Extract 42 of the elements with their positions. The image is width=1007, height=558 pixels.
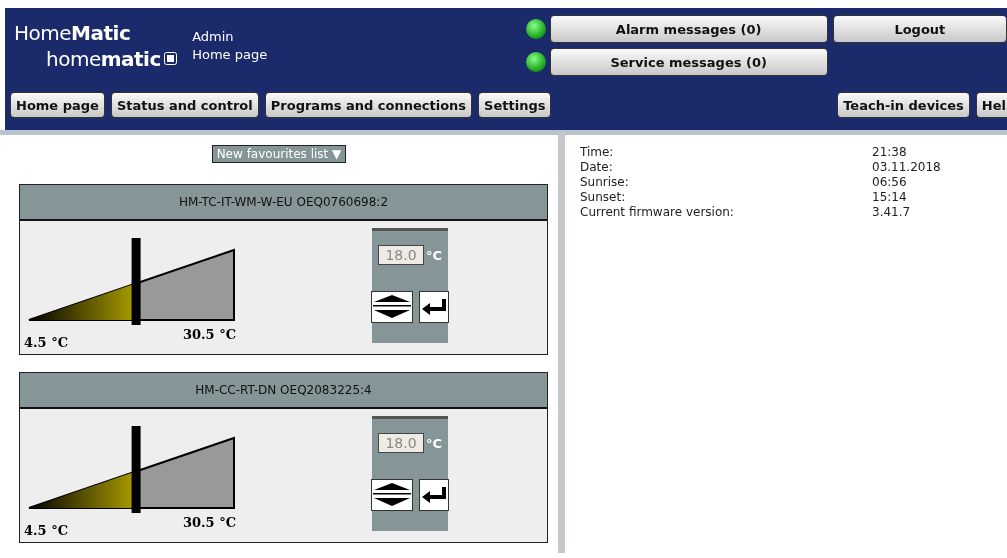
info-label: Sunrise: [580, 175, 630, 190]
up-down-button[interactable] [371, 291, 413, 323]
info-label: Date: [580, 160, 614, 175]
slider-handle[interactable] [131, 238, 141, 325]
info-value: 21:38 [872, 145, 908, 160]
enter-icon [420, 485, 448, 505]
nav-button[interactable]: Hel [975, 92, 1007, 118]
max-temperature: 30.5 °C [182, 515, 236, 532]
logout-button[interactable]: Logout [832, 15, 1007, 43]
unit-label: °C [425, 435, 442, 451]
device-title: HM-CC-RT-DN OEQ2083225:4 [20, 373, 547, 409]
enter-icon [420, 297, 448, 317]
enter-button[interactable] [419, 479, 449, 511]
enter-button[interactable] [419, 291, 449, 323]
slider-handle[interactable] [131, 426, 141, 513]
ip-logo-icon [163, 52, 177, 65]
device-title: HM-TC-IT-WM-W-EU OEQ0760698:2 [20, 185, 547, 221]
min-temperature: 4.5 °C [24, 523, 68, 538]
max-temperature: 30.5 °C [182, 327, 236, 344]
messages-button[interactable]: Alarm messages (0) [549, 15, 828, 43]
page-name: Home page [192, 46, 269, 64]
nav-button[interactable]: Settings [478, 92, 552, 118]
user-name: Admin [192, 28, 235, 46]
up-down-icon [372, 481, 412, 509]
nav-button[interactable]: Teach-in devices [837, 92, 970, 118]
messages-button[interactable]: Service messages (0) [549, 48, 828, 76]
logo-text: HomeMatic [14, 20, 132, 46]
up-down-icon [372, 293, 412, 321]
unit-label: °C [425, 247, 442, 263]
up-down-button[interactable] [371, 479, 413, 511]
logo-text: homematic [46, 46, 161, 72]
info-value: 15:14 [872, 190, 908, 205]
nav-button[interactable]: Home page [10, 92, 105, 118]
info-label: Time: [580, 145, 615, 160]
min-temperature: 4.5 °C [24, 335, 68, 350]
info-label: Sunset: [580, 190, 627, 205]
info-value: 06:56 [872, 175, 908, 190]
nav-button[interactable]: Programs and connections [264, 92, 473, 118]
info-value: 3.41.7 [872, 205, 912, 220]
info-label: Current firmware version: [580, 205, 735, 220]
info-value: 03.11.2018 [872, 160, 942, 175]
nav-button[interactable]: Status and control [110, 92, 259, 118]
